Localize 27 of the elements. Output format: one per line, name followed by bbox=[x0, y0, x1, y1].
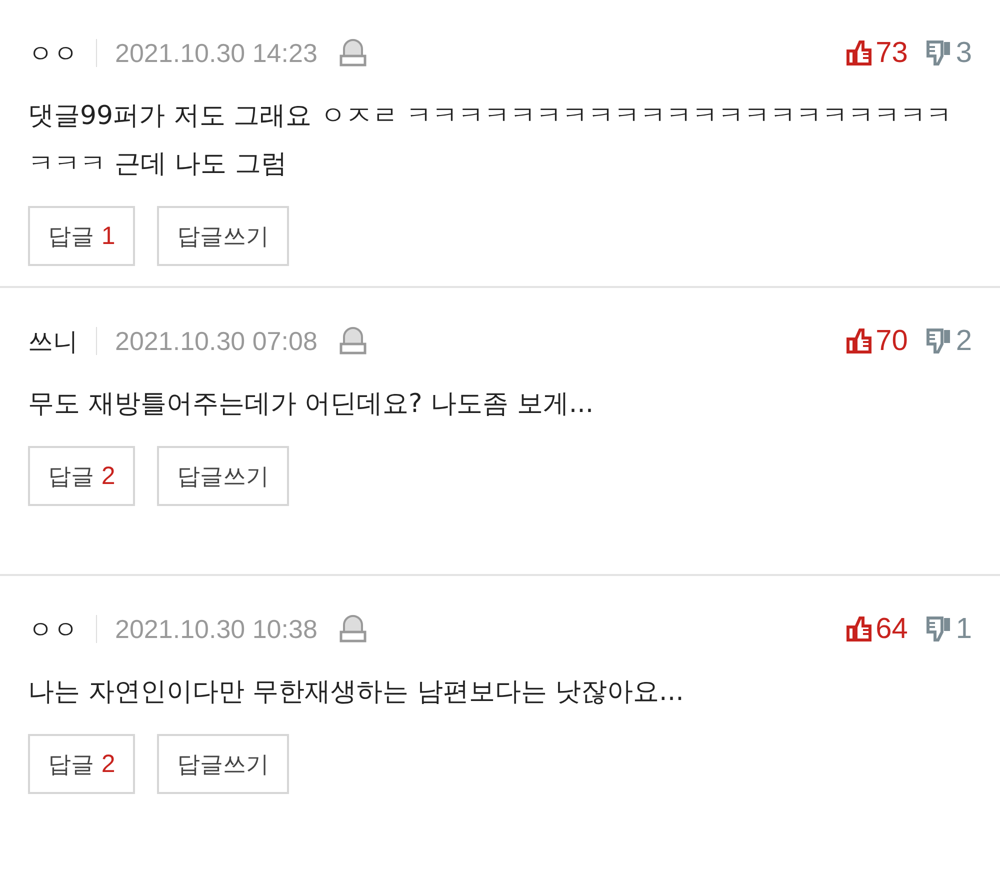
author-name: ㅇㅇ bbox=[28, 38, 78, 70]
comment-date: 2021.10.30 10:38 bbox=[115, 614, 318, 644]
author-name: ㅇㅇ bbox=[28, 614, 78, 646]
write-reply-button[interactable]: 답글쓰기 bbox=[157, 206, 290, 266]
thumbs-down-icon bbox=[926, 615, 952, 643]
thumbs-down-icon bbox=[926, 327, 952, 355]
like-button[interactable]: 73 bbox=[846, 36, 908, 70]
comment-text: 나는 자연인이다만 무한재생하는 남편보다는 낫잖아요... bbox=[28, 676, 685, 709]
siren-icon bbox=[339, 614, 368, 644]
siren-icon bbox=[339, 38, 368, 68]
replies-button[interactable]: 답글 2 bbox=[28, 734, 136, 794]
thumbs-down-icon bbox=[926, 39, 952, 67]
author-name: 쓰니 bbox=[28, 326, 78, 358]
like-button[interactable]: 70 bbox=[846, 324, 908, 358]
comment-date: 2021.10.30 07:08 bbox=[115, 326, 318, 356]
thumbs-up-icon bbox=[846, 615, 872, 643]
write-reply-button[interactable]: 답글쓰기 bbox=[157, 446, 290, 506]
write-reply-button[interactable]: 답글쓰기 bbox=[157, 734, 290, 794]
comment-date: 2021.10.30 14:23 bbox=[115, 38, 318, 68]
siren-icon bbox=[339, 326, 368, 356]
like-button[interactable]: 64 bbox=[846, 612, 908, 646]
thumbs-up-icon bbox=[846, 327, 872, 355]
thumbs-up-icon bbox=[846, 39, 872, 67]
replies-button[interactable]: 답글 1 bbox=[28, 206, 136, 266]
comment-text: 무도 재방틀어주는데가 어딘데요? 나도좀 보게... bbox=[28, 388, 595, 421]
replies-button[interactable]: 답글 2 bbox=[28, 446, 136, 506]
comment-text: 댓글99퍼가 저도 그래요 ㅇㅈㄹ ㅋㅋㅋㅋㅋㅋㅋㅋㅋㅋㅋㅋㅋㅋㅋㅋㅋㅋㅋㅋㅋㅋㅋㅋ 근데 나도 그럼 bbox=[28, 100, 954, 181]
